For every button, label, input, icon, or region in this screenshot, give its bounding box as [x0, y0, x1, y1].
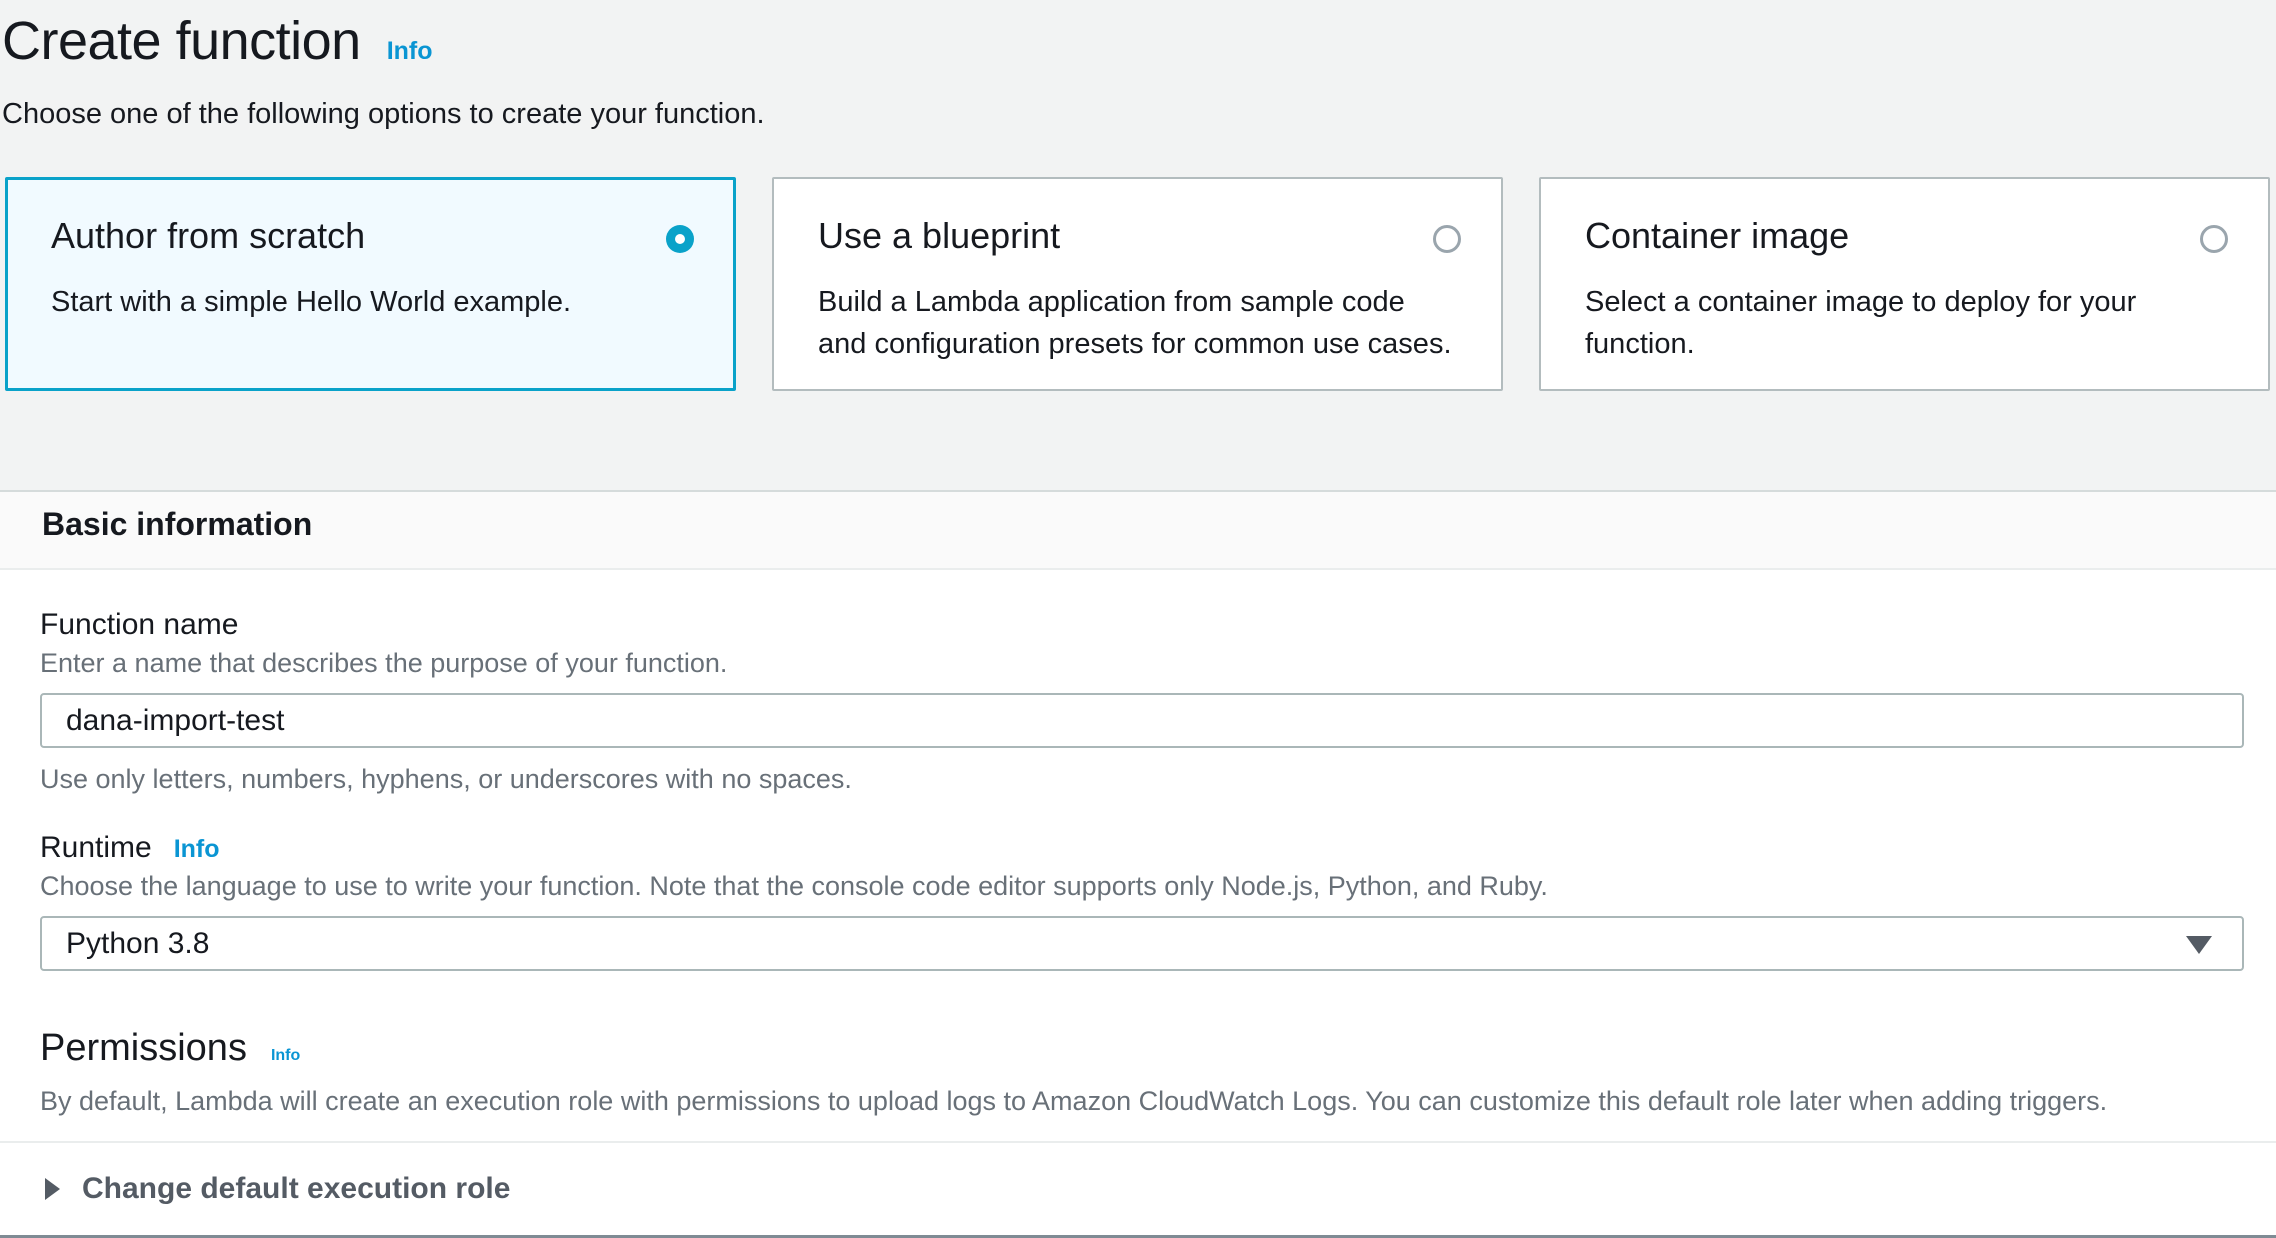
card-description: Select a container image to deploy for y… — [1585, 281, 2224, 365]
function-name-input[interactable] — [40, 693, 2244, 748]
page-title: Create function — [2, 10, 361, 72]
card-title: Container image — [1585, 215, 2224, 257]
basic-information-panel: Basic information Function name Enter a … — [0, 490, 2276, 1238]
runtime-label: Runtime — [40, 831, 152, 865]
creation-option-card-use-a-blueprint[interactable]: Use a blueprint Build a Lambda applicati… — [772, 177, 1503, 391]
basic-information-heading: Basic information — [42, 506, 2276, 543]
function-name-label: Function name — [40, 608, 2244, 642]
creation-option-card-author-from-scratch[interactable]: Author from scratch Start with a simple … — [5, 177, 736, 391]
basic-information-header: Basic information — [0, 490, 2276, 570]
card-title: Author from scratch — [51, 215, 690, 257]
function-name-constraint: Use only letters, numbers, hyphens, or u… — [40, 764, 2244, 795]
change-default-execution-role-expander[interactable]: Change default execution role — [0, 1141, 2276, 1235]
permissions-info-link[interactable]: Info — [271, 1047, 300, 1065]
radio-button-icon[interactable] — [1433, 225, 1461, 253]
function-name-description: Enter a name that describes the purpose … — [40, 648, 2244, 679]
card-title: Use a blueprint — [818, 215, 1457, 257]
expander-label: Change default execution role — [82, 1172, 510, 1206]
runtime-select-value: Python 3.8 — [66, 927, 209, 961]
runtime-select[interactable]: Python 3.8 — [40, 916, 2244, 971]
radio-button-icon[interactable] — [2200, 225, 2228, 253]
creation-option-cards: Author from scratch Start with a simple … — [5, 177, 2270, 391]
permissions-description: By default, Lambda will create an execut… — [40, 1086, 2244, 1117]
creation-option-card-container-image[interactable]: Container image Select a container image… — [1539, 177, 2270, 391]
permissions-heading: Permissions — [40, 1027, 247, 1070]
caret-down-icon — [2186, 936, 2212, 954]
runtime-info-link[interactable]: Info — [174, 835, 220, 864]
card-description: Build a Lambda application from sample c… — [818, 281, 1457, 365]
basic-information-body: Function name Enter a name that describe… — [0, 570, 2276, 1141]
expand-arrow-icon — [45, 1178, 60, 1200]
page-title-info-link[interactable]: Info — [387, 37, 433, 66]
card-description: Start with a simple Hello World example. — [51, 281, 690, 323]
radio-button-icon[interactable] — [666, 225, 694, 253]
runtime-description: Choose the language to use to write your… — [40, 871, 2244, 902]
page-subtitle: Choose one of the following options to c… — [2, 98, 2276, 131]
